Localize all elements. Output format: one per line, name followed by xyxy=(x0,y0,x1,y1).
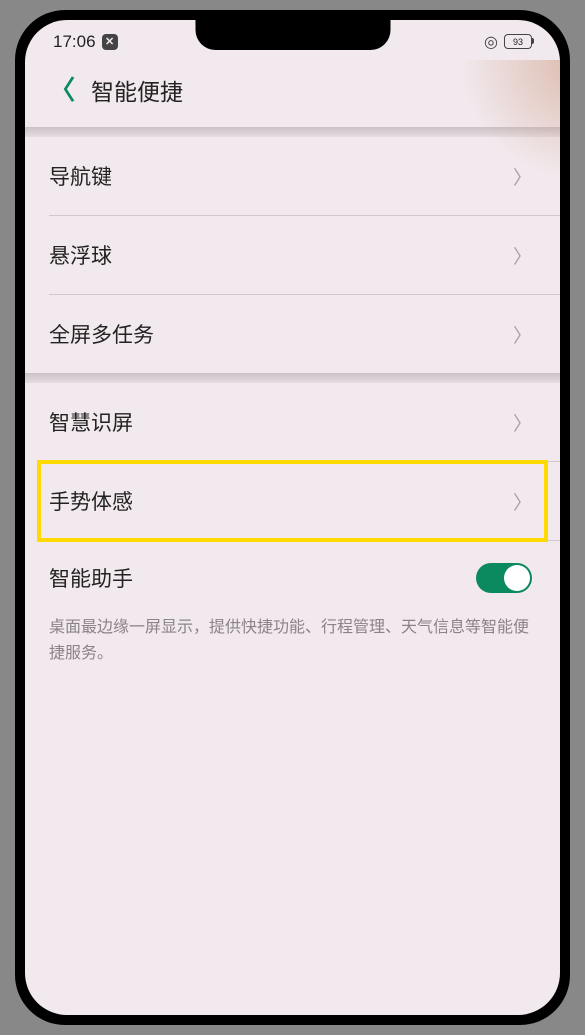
notch xyxy=(195,20,390,50)
smart-assistant-toggle[interactable] xyxy=(476,563,532,593)
chevron-right-icon: 〉 xyxy=(513,163,532,190)
nav-keys-item[interactable]: 导航键 〉 xyxy=(25,137,560,215)
fullscreen-multitask-item[interactable]: 全屏多任务 〉 xyxy=(25,295,560,373)
screen: 17:06 ✕ ◎ 93 〈 智能便捷 导航键 〉 悬浮球 〉 全 xyxy=(25,20,560,1015)
gesture-sensing-label: 手势体感 xyxy=(49,486,133,516)
assistant-description: 桌面最边缘一屏显示，提供快捷功能、行程管理、天气信息等智能便捷服务。 xyxy=(25,615,560,686)
phone-frame: 17:06 ✕ ◎ 93 〈 智能便捷 导航键 〉 悬浮球 〉 全 xyxy=(15,10,570,1025)
close-icon: ✕ xyxy=(102,34,118,50)
status-left: 17:06 ✕ xyxy=(53,32,118,52)
float-ball-label: 悬浮球 xyxy=(49,240,112,270)
smart-screen-label: 智慧识屏 xyxy=(49,407,133,437)
status-time: 17:06 xyxy=(53,32,96,52)
vibrate-icon: ◎ xyxy=(484,32,498,52)
gesture-sensing-item[interactable]: 手势体感 〉 xyxy=(25,462,560,540)
chevron-right-icon: 〉 xyxy=(513,488,532,515)
smart-screen-item[interactable]: 智慧识屏 〉 xyxy=(25,383,560,461)
status-right: ◎ 93 xyxy=(484,32,532,52)
chevron-right-icon: 〉 xyxy=(513,242,532,269)
float-ball-item[interactable]: 悬浮球 〉 xyxy=(25,216,560,294)
chevron-right-icon: 〉 xyxy=(513,321,532,348)
smart-assistant-item: 智能助手 xyxy=(25,541,560,615)
section-divider xyxy=(25,373,560,383)
fullscreen-multitask-label: 全屏多任务 xyxy=(49,319,154,349)
section-divider xyxy=(25,127,560,137)
header: 〈 智能便捷 xyxy=(25,55,560,127)
nav-keys-label: 导航键 xyxy=(49,161,112,191)
chevron-right-icon: 〉 xyxy=(513,409,532,436)
back-button[interactable]: 〈 xyxy=(49,77,75,103)
battery-icon: 93 xyxy=(504,34,532,49)
smart-assistant-label: 智能助手 xyxy=(49,563,133,593)
toggle-knob xyxy=(504,565,530,591)
gesture-item-wrapper: 手势体感 〉 xyxy=(25,462,560,540)
battery-level: 93 xyxy=(513,37,523,47)
page-title: 智能便捷 xyxy=(91,73,183,107)
